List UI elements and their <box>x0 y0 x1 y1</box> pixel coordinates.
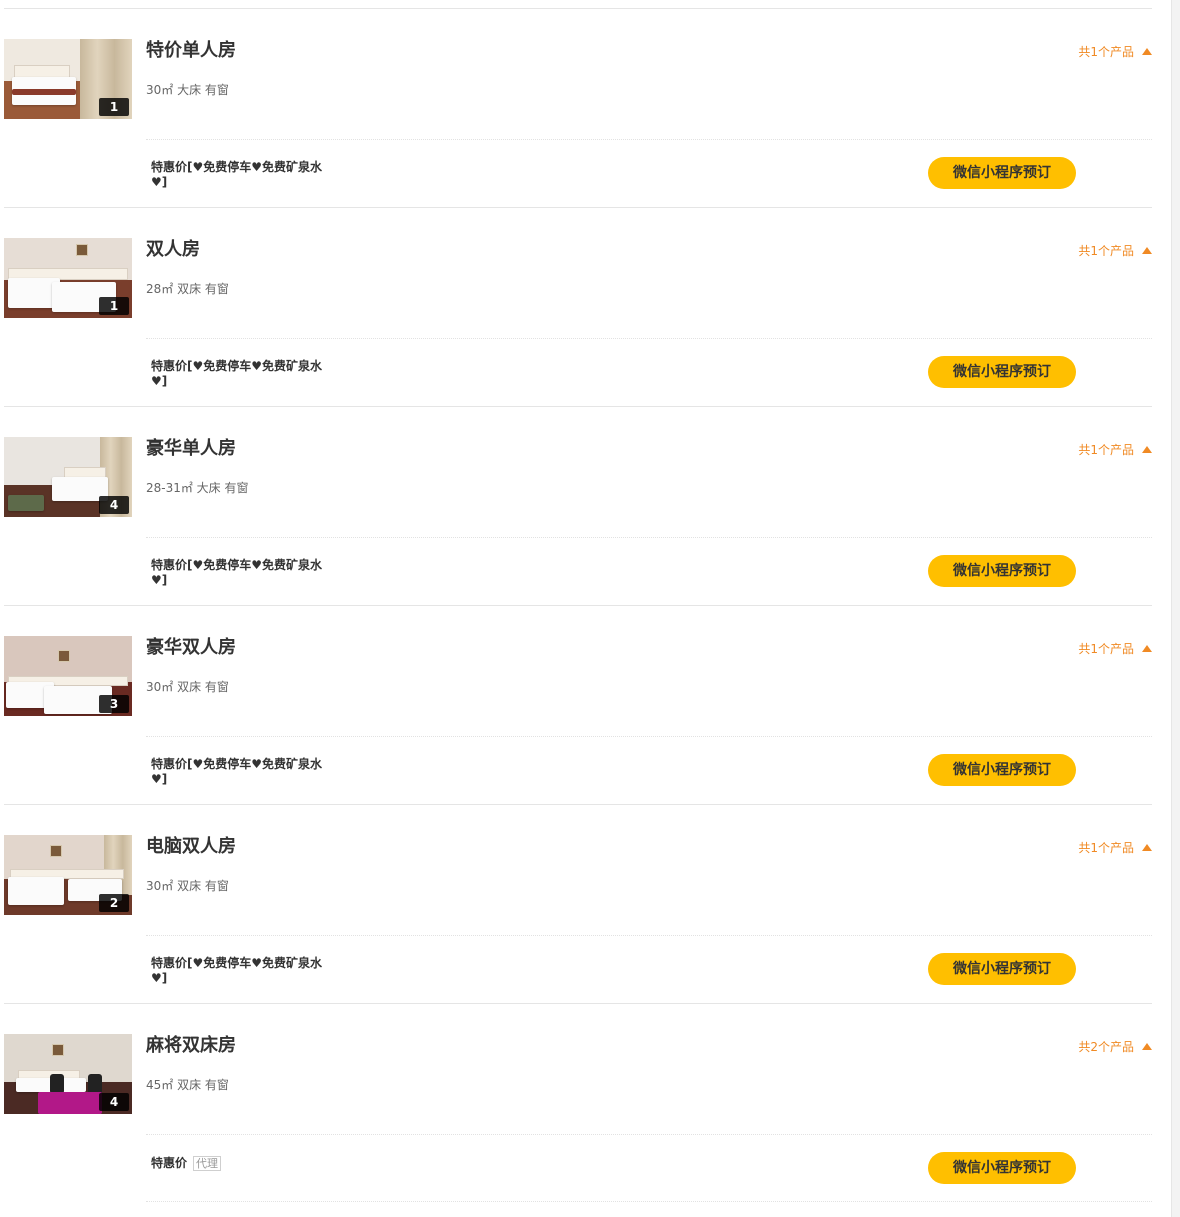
room-name[interactable]: 特价单人房 <box>146 40 236 62</box>
room-item: 4 豪华单人房 28-31㎡ 大床 有窗 共1个产品 特惠价[♥免费停车♥免费矿… <box>4 407 1152 606</box>
room-photo[interactable]: 4 <box>4 1034 132 1114</box>
scrollbar-track[interactable] <box>1171 0 1180 1217</box>
book-button[interactable]: 微信小程序预订 <box>928 1152 1076 1184</box>
room-meta: 28㎡ 双床 有窗 <box>146 282 229 296</box>
photo-count-badge: 1 <box>99 297 129 315</box>
photo-count-badge: 2 <box>99 894 129 912</box>
room-meta: 28-31㎡ 大床 有窗 <box>146 481 249 495</box>
product-count-toggle[interactable]: 共1个产品 <box>1078 243 1152 259</box>
room-name[interactable]: 双人房 <box>146 239 200 261</box>
room-name[interactable]: 电脑双人房 <box>146 836 236 858</box>
room-name[interactable]: 豪华双人房 <box>146 637 236 659</box>
room-item: 4 麻将双床房 45㎡ 双床 有窗 共2个产品 特惠价 代理 微信小程序预订 <box>4 1004 1152 1202</box>
product-count-label: 共1个产品 <box>1078 443 1134 457</box>
product-count-toggle[interactable]: 共2个产品 <box>1078 1039 1152 1055</box>
dotted-divider <box>146 1134 1152 1135</box>
offer-name: 特惠价[♥免费停车♥免费矿泉水♥] <box>151 956 323 985</box>
book-button[interactable]: 微信小程序预订 <box>928 754 1076 786</box>
room-item: 1 特价单人房 30㎡ 大床 有窗 共1个产品 特惠价[♥免费停车♥免费矿泉水♥… <box>4 9 1152 208</box>
room-meta: 30㎡ 双床 有窗 <box>146 680 229 694</box>
product-count-label: 共2个产品 <box>1078 1040 1134 1054</box>
offer-name: 特惠价[♥免费停车♥免费矿泉水♥] <box>151 558 323 587</box>
offer-name: 特惠价[♥免费停车♥免费矿泉水♥] <box>151 160 323 189</box>
photo-count-badge: 3 <box>99 695 129 713</box>
room-meta: 30㎡ 双床 有窗 <box>146 879 229 893</box>
room-photo[interactable]: 3 <box>4 636 132 716</box>
agent-tag: 代理 <box>193 1156 222 1171</box>
room-item: 3 豪华双人房 30㎡ 双床 有窗 共1个产品 特惠价[♥免费停车♥免费矿泉水♥… <box>4 606 1152 805</box>
room-list: 1 特价单人房 30㎡ 大床 有窗 共1个产品 特惠价[♥免费停车♥免费矿泉水♥… <box>4 9 1152 1202</box>
dotted-divider <box>146 935 1152 936</box>
offer-name: 特惠价[♥免费停车♥免费矿泉水♥] <box>151 359 323 388</box>
dotted-divider <box>146 338 1152 339</box>
room-name[interactable]: 豪华单人房 <box>146 438 236 460</box>
book-button[interactable]: 微信小程序预订 <box>928 157 1076 189</box>
room-photo[interactable]: 1 <box>4 238 132 318</box>
dotted-divider <box>146 736 1152 737</box>
room-name[interactable]: 麻将双床房 <box>146 1035 236 1057</box>
product-count-label: 共1个产品 <box>1078 642 1134 656</box>
product-count-toggle[interactable]: 共1个产品 <box>1078 840 1152 856</box>
book-button[interactable]: 微信小程序预订 <box>928 555 1076 587</box>
caret-up-icon <box>1142 48 1152 55</box>
caret-up-icon <box>1142 645 1152 652</box>
caret-up-icon <box>1142 446 1152 453</box>
caret-up-icon <box>1142 844 1152 851</box>
room-meta: 45㎡ 双床 有窗 <box>146 1078 229 1092</box>
photo-count-badge: 4 <box>99 496 129 514</box>
room-photo[interactable]: 2 <box>4 835 132 915</box>
dotted-divider <box>146 139 1152 140</box>
bottom-dotted-divider <box>146 1201 1152 1202</box>
photo-count-badge: 4 <box>99 1093 129 1111</box>
book-button[interactable]: 微信小程序预订 <box>928 356 1076 388</box>
product-count-toggle[interactable]: 共1个产品 <box>1078 641 1152 657</box>
product-count-label: 共1个产品 <box>1078 244 1134 258</box>
room-meta: 30㎡ 大床 有窗 <box>146 83 229 97</box>
product-count-toggle[interactable]: 共1个产品 <box>1078 442 1152 458</box>
dotted-divider <box>146 537 1152 538</box>
book-button[interactable]: 微信小程序预订 <box>928 953 1076 985</box>
room-item: 1 双人房 28㎡ 双床 有窗 共1个产品 特惠价[♥免费停车♥免费矿泉水♥] … <box>4 208 1152 407</box>
room-photo[interactable]: 4 <box>4 437 132 517</box>
offer-name-text: 特惠价 <box>151 1156 188 1170</box>
caret-up-icon <box>1142 247 1152 254</box>
product-count-label: 共1个产品 <box>1078 841 1134 855</box>
offer-name: 特惠价 代理 <box>151 1156 323 1171</box>
room-list-page: 1 特价单人房 30㎡ 大床 有窗 共1个产品 特惠价[♥免费停车♥免费矿泉水♥… <box>0 0 1180 1217</box>
product-count-toggle[interactable]: 共1个产品 <box>1078 44 1152 60</box>
product-count-label: 共1个产品 <box>1078 45 1134 59</box>
room-item: 2 电脑双人房 30㎡ 双床 有窗 共1个产品 特惠价[♥免费停车♥免费矿泉水♥… <box>4 805 1152 1004</box>
room-photo[interactable]: 1 <box>4 39 132 119</box>
photo-count-badge: 1 <box>99 98 129 116</box>
caret-up-icon <box>1142 1043 1152 1050</box>
offer-name: 特惠价[♥免费停车♥免费矿泉水♥] <box>151 757 323 786</box>
